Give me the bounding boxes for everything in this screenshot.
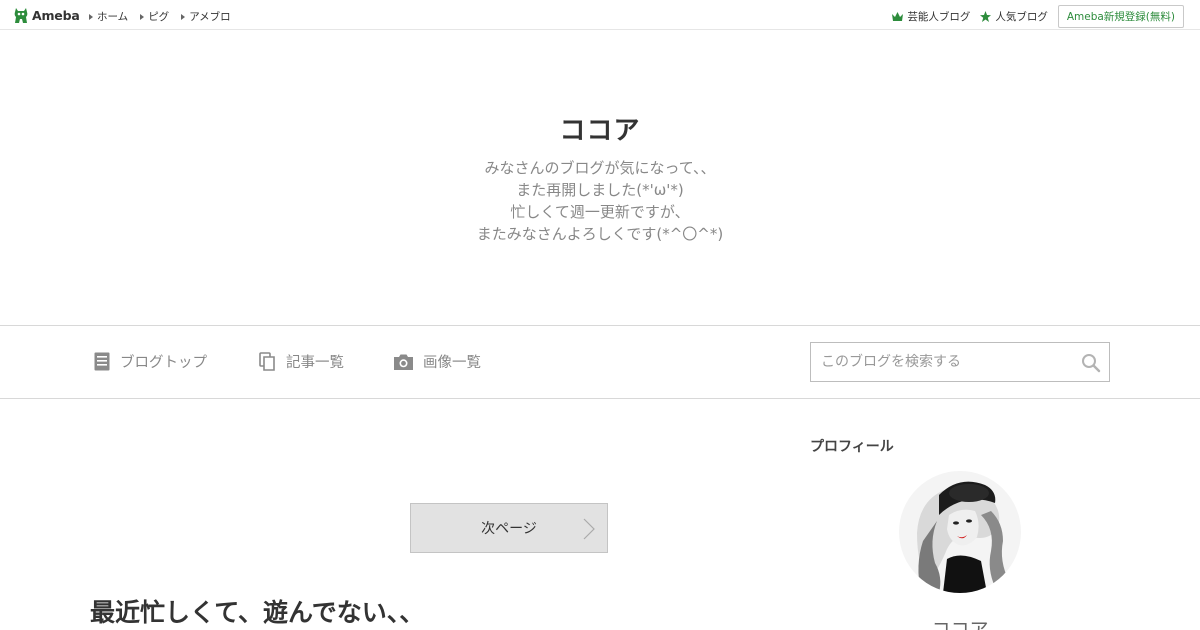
blog-description-line: また再開しました(*'ω'*): [516, 181, 684, 199]
profile-photo: [899, 471, 1021, 593]
nav-blog-top[interactable]: ブログトップ: [94, 351, 207, 372]
celebrity-blog-link[interactable]: 芸能人ブログ: [892, 9, 970, 24]
blog-title[interactable]: ココア: [0, 110, 1200, 147]
nav-entry-list[interactable]: 記事一覧: [259, 351, 344, 372]
global-nav-home[interactable]: ホーム: [89, 9, 128, 24]
global-nav-label: アメブロ: [189, 11, 231, 23]
blog-header: ココア みなさんのブログが気になって、、 また再開しました(*'ω'*) 忙しく…: [0, 30, 1200, 325]
logo-text: Ameba: [32, 7, 80, 23]
global-header: Ameba ホーム ピグ アメブロ 芸能人ブログ 人気ブログ Ameba新規登録…: [0, 0, 1200, 30]
global-nav-ameblo[interactable]: アメブロ: [181, 9, 231, 24]
ameba-logo-icon: [14, 8, 28, 23]
next-page-label: 次ページ: [481, 521, 537, 537]
nav-blog-top-label: ブログトップ: [120, 355, 207, 371]
nav-image-list[interactable]: 画像一覧: [394, 351, 481, 372]
profile-heading: プロフィール: [810, 439, 894, 455]
ameba-logo[interactable]: Ameba: [13, 6, 80, 24]
crown-icon: [892, 12, 904, 21]
triangle-right-icon: [89, 13, 93, 20]
search-icon[interactable]: [1081, 353, 1101, 373]
blog-description: みなさんのブログが気になって、、 また再開しました(*'ω'*) 忙しくて週一更…: [0, 157, 1200, 245]
celebrity-blog-label: 芸能人ブログ: [907, 11, 971, 23]
profile-name[interactable]: ココア: [810, 615, 1110, 630]
triangle-right-icon: [181, 13, 186, 20]
copy-icon: [259, 352, 275, 371]
camera-icon: [394, 354, 413, 370]
popular-blog-label: 人気ブログ: [995, 11, 1048, 23]
triangle-right-icon: [140, 13, 145, 20]
signup-button[interactable]: Ameba新規登録(無料): [1057, 5, 1184, 28]
global-nav: ホーム ピグ アメブロ: [89, 9, 243, 24]
global-nav-pigg[interactable]: ピグ: [140, 9, 169, 24]
nav-entry-list-label: 記事一覧: [286, 355, 344, 371]
blog-nav: ブログトップ 記事一覧 画像一覧: [0, 325, 1200, 399]
blog-description-line: みなさんのブログが気になって、、: [484, 159, 716, 177]
global-nav-label: ピグ: [148, 11, 170, 23]
blog-description-line: またみなさんよろしくです(*^〇^*): [476, 225, 724, 243]
search-input[interactable]: [811, 343, 1071, 381]
profile-avatar[interactable]: [899, 471, 1021, 593]
blog-search: [810, 342, 1110, 382]
next-page-button[interactable]: 次ページ: [410, 503, 608, 553]
star-icon: [980, 11, 992, 22]
document-icon: [94, 352, 110, 371]
chevron-right-icon: [583, 518, 595, 540]
popular-blog-link[interactable]: 人気ブログ: [980, 9, 1048, 24]
global-header-right: 芸能人ブログ 人気ブログ Ameba新規登録(無料): [892, 5, 1184, 28]
global-nav-label: ホーム: [97, 11, 129, 23]
entry-title[interactable]: 最近忙しくて、遊んでない、、: [90, 593, 424, 629]
blog-description-line: 忙しくて週一更新ですが、: [510, 203, 690, 221]
nav-image-list-label: 画像一覧: [423, 355, 481, 371]
